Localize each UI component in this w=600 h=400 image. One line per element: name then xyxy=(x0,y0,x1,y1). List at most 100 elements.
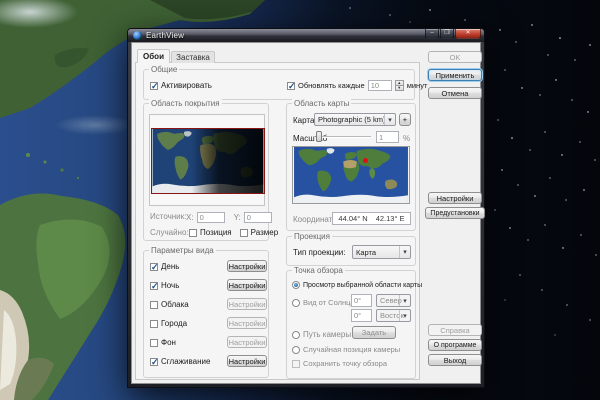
viewpoint-path-radio[interactable] xyxy=(292,330,300,339)
window-title: EarthView xyxy=(146,31,185,40)
group-viewpoint: Точка обзора Просмотр выбранной области … xyxy=(286,266,422,379)
sun-dir-lat-select[interactable]: Север xyxy=(376,294,411,307)
tab-wallpaper[interactable]: Обои xyxy=(137,49,170,63)
source-y-label: Y: xyxy=(233,213,241,222)
world-map-preview[interactable] xyxy=(292,146,410,204)
presets-button[interactable]: Предустановки xyxy=(425,207,485,219)
coords-field: 44.04° N 42.13° E xyxy=(332,212,411,225)
scale-input[interactable]: 1 xyxy=(376,131,399,143)
sun-offset-lon-input[interactable]: 0° xyxy=(351,309,372,322)
help-button[interactable]: Справка xyxy=(428,324,482,336)
day-settings-button[interactable]: Настройки xyxy=(227,260,267,272)
titlebar[interactable]: EarthView – ❐ ✕ xyxy=(128,29,484,42)
group-viewpoint-label: Точка обзора xyxy=(292,266,345,275)
antialias-checkbox[interactable] xyxy=(150,357,159,368)
source-x-label: X: xyxy=(186,213,194,222)
source-y-input[interactable]: 0 xyxy=(243,212,272,223)
random-position-label: Позиция xyxy=(200,228,232,237)
update-suffix-label: минут xyxy=(406,81,428,90)
day-label: День xyxy=(161,262,180,271)
clouds-checkbox[interactable] xyxy=(150,300,158,309)
viewpoint-map-label: Просмотр выбранной области карты xyxy=(303,281,423,289)
update-interval-input[interactable]: 10 xyxy=(367,80,392,91)
slider-track xyxy=(316,136,371,138)
projection-type-label: Тип проекции: xyxy=(293,248,346,257)
update-interval-stepper[interactable]: ▲ ▼ xyxy=(394,80,404,91)
sun-offset-lat-input[interactable]: 0° xyxy=(351,294,372,307)
cities-label: Города xyxy=(161,319,188,328)
minimize-button[interactable]: – xyxy=(425,29,439,39)
update-label: Обновлять каждые xyxy=(298,81,365,90)
path-set-button[interactable]: Задать xyxy=(352,326,396,339)
night-checkbox[interactable] xyxy=(150,281,159,292)
group-view-params: Параметры вида День Настройки Ночь Настр… xyxy=(143,246,269,378)
background-checkbox[interactable] xyxy=(150,338,158,347)
sun-dir-lon-select[interactable]: Восток xyxy=(376,309,411,322)
group-map-area: Область карты Карта: Photographic (5 km)… xyxy=(286,99,416,231)
scale-unit-label: % xyxy=(403,134,411,143)
group-coverage: Область покрытия Источник: X: 0 Y: 0 Слу… xyxy=(143,99,278,241)
spin-down-icon[interactable]: ▼ xyxy=(394,85,404,91)
projection-type-select[interactable]: Карта xyxy=(352,245,411,259)
group-coverage-label: Область покрытия xyxy=(149,99,222,108)
clouds-settings-button[interactable]: Настройки xyxy=(227,298,267,310)
cities-checkbox[interactable] xyxy=(150,319,158,328)
group-projection: Проекция Тип проекции: Карта xyxy=(286,232,416,266)
maximize-icon: ❐ xyxy=(444,30,450,36)
activate-checkbox[interactable] xyxy=(150,81,159,92)
clouds-label: Облака xyxy=(161,300,189,309)
cancel-button[interactable]: Отмена xyxy=(428,87,482,99)
group-view-params-label: Параметры вида xyxy=(149,246,216,255)
slider-thumb[interactable] xyxy=(316,131,322,142)
coverage-preview-panel xyxy=(149,114,265,206)
random-size-checkbox[interactable] xyxy=(239,228,248,237)
map-marker-icon xyxy=(362,158,368,164)
coords-lat: 44.04° N xyxy=(338,214,368,223)
close-icon: ✕ xyxy=(465,30,471,36)
chevron-down-icon xyxy=(384,114,395,125)
about-button[interactable]: О программе xyxy=(428,339,482,351)
ok-button[interactable]: OK xyxy=(428,51,482,63)
viewpoint-path-label: Путь камеры xyxy=(303,330,352,339)
apply-button[interactable]: Применить xyxy=(428,69,482,81)
viewpoint-sun-radio[interactable] xyxy=(292,298,300,307)
background-label: Фон xyxy=(161,338,176,347)
random-position-checkbox[interactable] xyxy=(189,228,197,237)
scale-slider[interactable] xyxy=(316,131,371,142)
close-button[interactable]: ✕ xyxy=(455,29,481,39)
activate-label: Активировать xyxy=(161,81,212,90)
maximize-button[interactable]: ❐ xyxy=(440,29,454,39)
viewpoint-random-label: Случайная позиция камеры xyxy=(303,345,401,354)
background-settings-button[interactable]: Настройки xyxy=(227,336,267,348)
cities-settings-button[interactable]: Настройки xyxy=(227,317,267,329)
coverage-map-preview xyxy=(151,128,265,194)
antialias-label: Сглаживание xyxy=(161,357,211,366)
exit-button[interactable]: Выход xyxy=(428,354,482,366)
random-size-label: Размер xyxy=(250,228,279,237)
viewpoint-random-radio[interactable] xyxy=(292,345,300,354)
source-x-input[interactable]: 0 xyxy=(196,212,225,223)
day-checkbox[interactable] xyxy=(150,262,159,273)
chevron-down-icon xyxy=(399,246,410,258)
chevron-down-icon xyxy=(399,295,410,306)
group-general: Общие Активировать Обновлять каждые 10 ▲… xyxy=(143,65,427,100)
chevron-down-icon xyxy=(399,310,410,321)
settings-button[interactable]: Настройки xyxy=(428,192,482,204)
viewpoint-map-radio[interactable] xyxy=(292,281,300,289)
tab-screensaver[interactable]: Заставка xyxy=(171,51,215,63)
add-map-button[interactable]: + xyxy=(399,113,411,126)
night-settings-button[interactable]: Настройки xyxy=(227,279,267,291)
tab-page-wallpaper: Общие Активировать Обновлять каждые 10 ▲… xyxy=(135,62,427,380)
projection-type-value: Карта xyxy=(356,247,377,257)
earthview-window: EarthView – ❐ ✕ Обои Заставка Общие Акти… xyxy=(127,28,485,388)
map-type-value: Photographic (5 km) xyxy=(318,115,386,124)
map-type-select[interactable]: Photographic (5 km) xyxy=(314,113,396,126)
update-checkbox[interactable] xyxy=(287,81,296,92)
dialog-client-area: Обои Заставка Общие Активировать Обновля… xyxy=(131,42,485,384)
group-projection-label: Проекция xyxy=(292,232,332,241)
antialias-settings-button[interactable]: Настройки xyxy=(227,355,267,367)
coords-lon: 42.13° E xyxy=(375,214,405,223)
save-viewpoint-label: Сохранить точку обзора xyxy=(303,359,387,368)
save-viewpoint-checkbox[interactable] xyxy=(292,359,300,368)
group-general-label: Общие xyxy=(149,65,180,74)
